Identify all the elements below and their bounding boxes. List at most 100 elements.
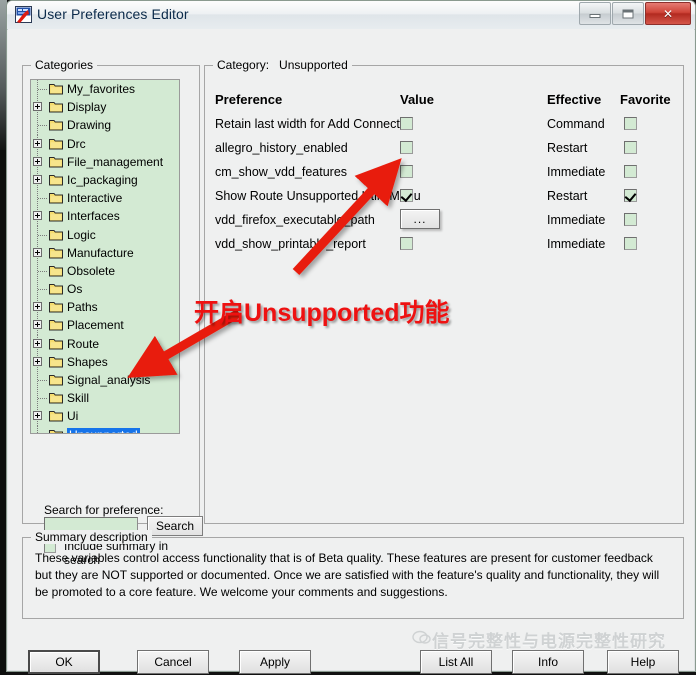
preference-value-checkbox[interactable] (400, 189, 413, 202)
category-tree-item-label: Drc (67, 136, 86, 151)
expand-plus-icon[interactable] (33, 211, 42, 221)
category-tree-item-label: Manufacture (67, 245, 134, 260)
expand-plus-icon[interactable] (33, 138, 42, 148)
preference-value-cell (400, 138, 413, 154)
preference-favorite-checkbox[interactable] (624, 213, 637, 226)
background-tabs-ghost (332, 7, 565, 23)
window-title: User Preferences Editor (37, 6, 189, 22)
category-tree-item-ic_packaging[interactable]: Ic_packaging (31, 170, 179, 190)
category-tree-item-obsolete[interactable]: Obsolete (31, 261, 179, 281)
category-tree[interactable]: My_favorites Display Drawing Drc File_manage… (30, 79, 180, 434)
category-tree-item-label: Os (67, 282, 83, 297)
folder-icon (49, 247, 63, 259)
expand-plus-icon[interactable] (33, 338, 42, 348)
category-tree-item-logic[interactable]: Logic (31, 225, 179, 244)
category-tree-item-os[interactable]: Os (31, 280, 179, 299)
expand-plus-icon[interactable] (33, 174, 42, 184)
help-button[interactable]: Help (607, 650, 679, 674)
tree-connector-icon (38, 89, 47, 90)
search-button[interactable]: Search (147, 516, 203, 536)
preferences-table: Preference Value Effective Favorite Reta… (215, 88, 675, 258)
category-tree-item-my_favorites[interactable]: My_favorites (31, 80, 179, 99)
apply-button[interactable]: Apply (239, 650, 311, 674)
category-tree-item-drawing[interactable]: Drawing (31, 116, 179, 135)
category-tree-item-signal_analysis[interactable]: Signal_analysis (31, 371, 179, 390)
expand-plus-icon[interactable] (33, 320, 42, 330)
tree-connector-icon (38, 234, 47, 236)
folder-icon (49, 392, 63, 404)
info-button[interactable]: Info (512, 650, 584, 674)
preference-name: cm_show_vdd_features (215, 165, 348, 179)
category-tree-item-manufacture[interactable]: Manufacture (31, 243, 179, 262)
category-tree-item-ui[interactable]: Ui (31, 407, 179, 426)
expand-plus-icon[interactable] (33, 102, 42, 112)
preference-value-checkbox[interactable] (400, 141, 413, 154)
folder-icon (49, 138, 63, 150)
category-tree-item-display[interactable]: Display (31, 98, 179, 117)
expand-plus-icon[interactable] (33, 156, 42, 166)
preference-favorite-checkbox[interactable] (624, 189, 637, 202)
preference-favorite-checkbox[interactable] (624, 117, 637, 130)
preference-favorite-checkbox[interactable] (624, 237, 637, 250)
column-header-favorite: Favorite (620, 92, 671, 107)
category-tree-item-interactive[interactable]: Interactive (31, 189, 179, 208)
preference-effective: Immediate (547, 237, 606, 251)
category-tree-item-interfaces[interactable]: Interfaces (31, 207, 179, 226)
minimize-button[interactable] (579, 2, 611, 25)
preference-name: Retain last width for Add Connect (215, 117, 400, 131)
expand-plus-icon[interactable] (33, 302, 42, 312)
category-tree-item-label: Drawing (67, 118, 112, 133)
expand-plus-icon[interactable] (33, 411, 42, 421)
category-tree-item-label: Interfaces (67, 209, 120, 224)
folder-icon (49, 210, 63, 222)
preferences-table-header: Preference Value Effective Favorite (215, 88, 675, 114)
folder-icon (49, 283, 63, 295)
preference-favorite-cell (624, 162, 637, 178)
category-tree-item-skill[interactable]: Skill (31, 389, 179, 408)
category-tree-item-file_management[interactable]: File_management (31, 152, 179, 171)
category-tree-item-drc[interactable]: Drc (31, 134, 179, 153)
window-controls: ✕ (578, 2, 691, 25)
folder-icon (49, 301, 63, 313)
watermark-text: 信号完整性与电源完整性研究 (432, 632, 666, 652)
category-tree-item-route[interactable]: Route (31, 334, 179, 353)
list-all-button[interactable]: List All (420, 650, 492, 674)
expand-plus-icon[interactable] (33, 356, 42, 366)
folder-icon (49, 229, 63, 241)
preference-value-cell (400, 162, 413, 178)
preference-value-checkbox[interactable] (400, 237, 413, 250)
expand-plus-icon[interactable] (33, 247, 42, 257)
window-client-area: Categories My_favorites Display Drawing Drc… (8, 29, 694, 674)
tree-connector-icon (38, 380, 47, 381)
folder-icon (49, 429, 63, 433)
categories-group: Categories My_favorites Display Drawing Drc… (22, 58, 203, 567)
maximize-button[interactable] (612, 2, 644, 25)
category-tree-item-paths[interactable]: Paths (31, 298, 179, 317)
preference-effective: Restart (547, 141, 588, 155)
screenshot-root: User Preferences Editor ✕ Categories My_… (0, 0, 696, 675)
preference-value-cell (400, 234, 413, 250)
category-tree-item-label: Route (67, 336, 100, 351)
category-tree-item-unsupported[interactable]: Unsupported (31, 425, 179, 433)
category-tree-item-label: Display (67, 100, 107, 115)
preference-value-checkbox[interactable] (400, 165, 413, 178)
preference-favorite-checkbox[interactable] (624, 141, 637, 154)
ok-button[interactable]: OK (28, 650, 100, 674)
cancel-button[interactable]: Cancel (137, 650, 209, 674)
folder-icon (49, 119, 63, 131)
preference-value-checkbox[interactable] (400, 117, 413, 130)
watermark-logo-icon (412, 630, 431, 644)
category-tree-item-shapes[interactable]: Shapes (31, 352, 179, 371)
preference-value-cell: ... (400, 209, 440, 229)
categories-legend: Categories (31, 58, 98, 72)
preference-row: vdd_show_printable_report Immediate (215, 234, 675, 258)
close-button[interactable]: ✕ (645, 2, 691, 25)
category-tree-item-label: Ic_packaging (67, 172, 138, 187)
category-tree-item-placement[interactable]: Placement (31, 316, 179, 335)
search-label: Search for preference: (44, 503, 164, 517)
preference-effective: Immediate (547, 165, 606, 179)
preference-favorite-checkbox[interactable] (624, 165, 637, 178)
category-tree-item-label: Skill (67, 391, 90, 406)
preference-row: vdd_firefox_executable_path... Immediate (215, 209, 675, 234)
browse-path-button[interactable]: ... (400, 209, 440, 229)
